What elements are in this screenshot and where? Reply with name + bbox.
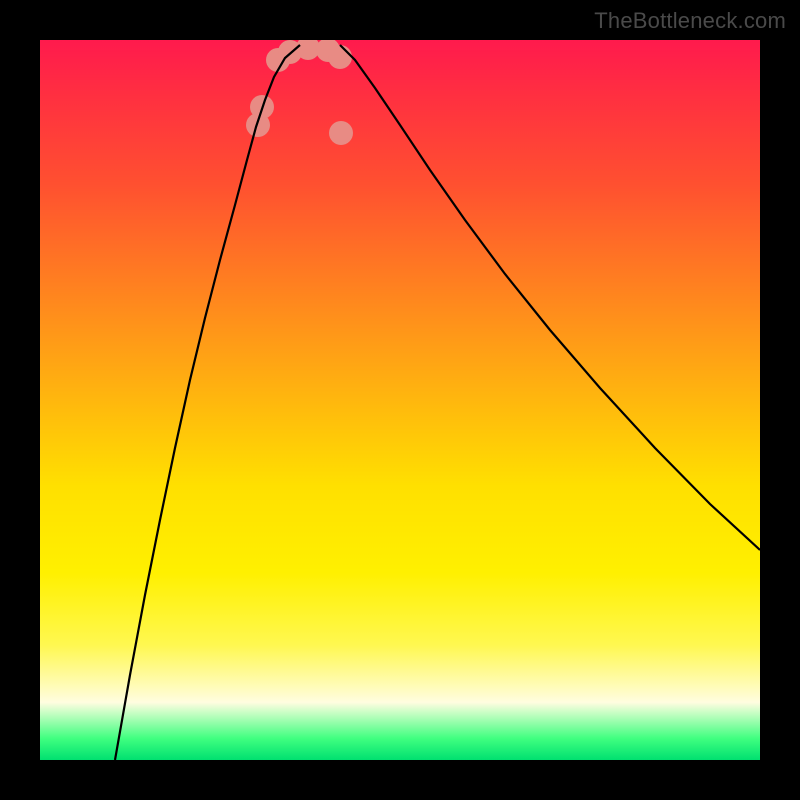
marker-dot [329, 121, 353, 145]
curve-right-branch [340, 45, 760, 550]
outer-frame: TheBottleneck.com [0, 0, 800, 800]
plot-area [40, 40, 760, 760]
curve-left-branch [115, 45, 300, 760]
watermark-text: TheBottleneck.com [594, 8, 786, 34]
marker-cluster [246, 40, 353, 145]
marker-dot [328, 45, 352, 69]
chart-svg [40, 40, 760, 760]
